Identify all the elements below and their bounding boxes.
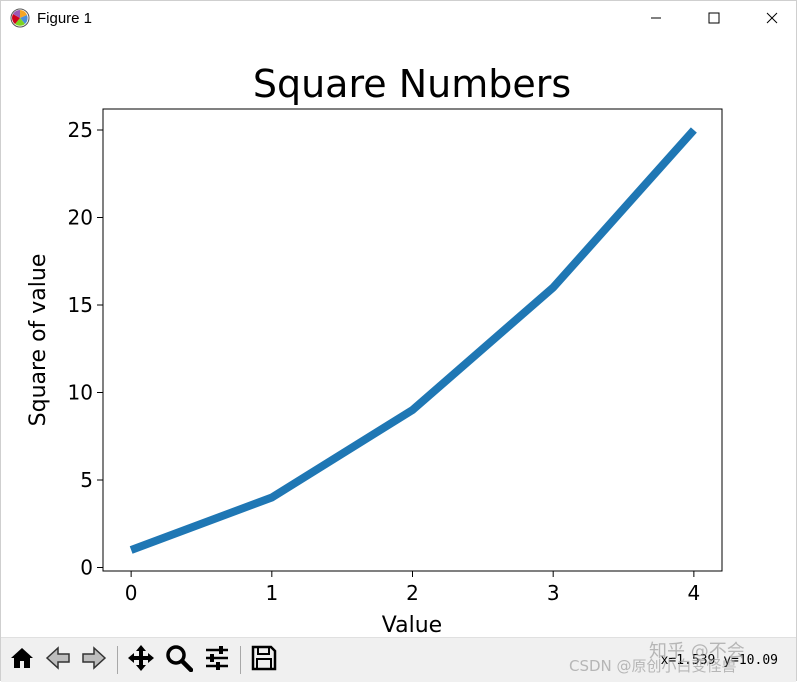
minimize-button[interactable]: [627, 1, 685, 36]
home-button[interactable]: [5, 643, 39, 677]
x-tick-label: 2: [406, 581, 419, 605]
minimize-icon: [650, 9, 662, 28]
zoom-icon: [165, 644, 194, 676]
toolbar-separator: [240, 646, 241, 674]
close-button[interactable]: [743, 1, 797, 36]
figure-window: Figure 1 Square Numbers 0 1 2 3 4 0 5 10 15 20 25 …: [0, 0, 797, 682]
x-tick-label: 0: [125, 581, 138, 605]
series-line: [129, 127, 697, 554]
configure-icon: [203, 644, 231, 676]
navigation-toolbar: x=1.539 y=10.09: [1, 637, 796, 682]
pan-button[interactable]: [124, 643, 158, 677]
toolbar-separator: [117, 646, 118, 674]
configure-subplots-button[interactable]: [200, 643, 234, 677]
close-icon: [766, 9, 778, 28]
back-button[interactable]: [41, 643, 75, 677]
y-tick-label: 15: [68, 293, 93, 317]
x-axis-label: Value: [382, 613, 442, 636]
matplotlib-icon: [10, 8, 30, 28]
zoom-button[interactable]: [162, 643, 196, 677]
y-tick-label: 20: [68, 206, 93, 230]
forward-icon: [80, 645, 108, 675]
window-title: Figure 1: [37, 10, 93, 27]
pan-icon: [127, 644, 155, 676]
cursor-coordinates: x=1.539 y=10.09: [660, 653, 778, 668]
y-tick-label: 25: [68, 118, 93, 142]
chart-svg: Square Numbers 0 1 2 3 4 0 5 10 15 20 25 Value Squ…: [26, 62, 723, 636]
plot-area: 0 1 2 3 4 0 5 10 15 20 25: [68, 108, 723, 605]
axes-frame: [102, 108, 723, 572]
y-tick-label: 0: [80, 556, 93, 580]
figure-canvas[interactable]: Square Numbers 0 1 2 3 4 0 5 10 15 20 25 Value Squ…: [1, 36, 796, 636]
home-icon: [9, 645, 35, 675]
y-tick-label: 5: [80, 468, 93, 492]
save-button[interactable]: [247, 643, 281, 677]
chart-title: Square Numbers: [253, 62, 571, 106]
y-axis-label: Square of value: [26, 254, 51, 427]
maximize-icon: [708, 9, 720, 28]
x-tick-label: 1: [265, 581, 278, 605]
x-tick-label: 3: [547, 581, 560, 605]
maximize-button[interactable]: [685, 1, 743, 36]
back-icon: [44, 645, 72, 675]
title-bar: Figure 1: [1, 1, 796, 36]
save-icon: [250, 644, 278, 676]
y-tick-label: 10: [68, 381, 93, 405]
x-tick-label: 4: [687, 581, 700, 605]
forward-button[interactable]: [77, 643, 111, 677]
